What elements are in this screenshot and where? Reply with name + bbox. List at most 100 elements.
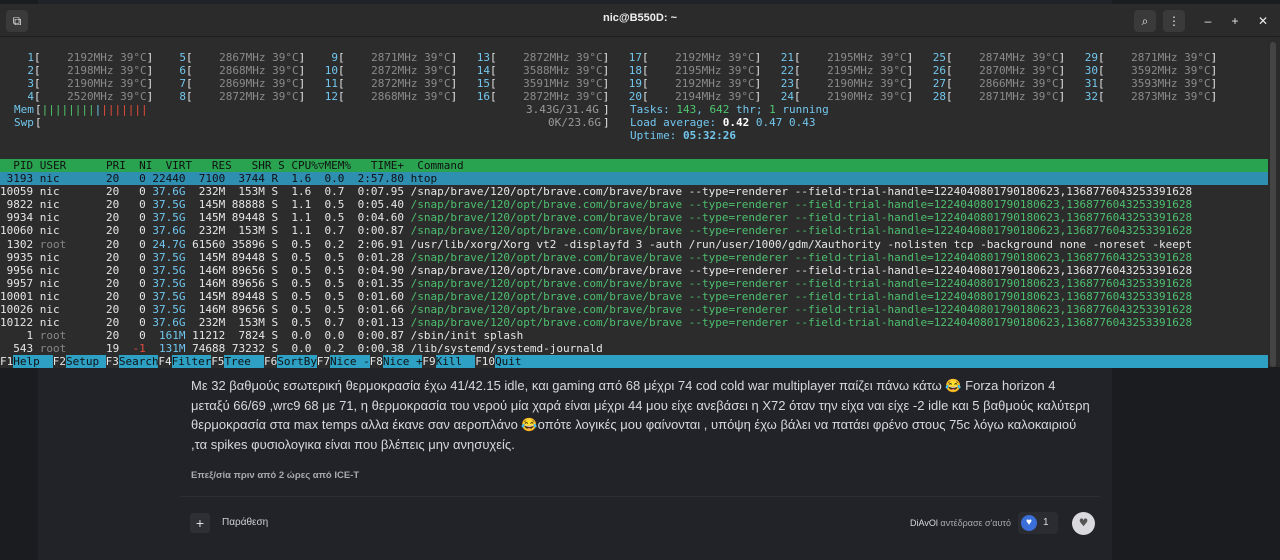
cpu-meter-10: 10[2872MHz 39°C] — [318, 64, 458, 78]
process-row[interactable]: 10060 nic 20 0 37.6G 232M 153M S 1.1 0.7… — [0, 224, 1192, 237]
cpu-freq-temp: 2198MHz 39°C — [67, 64, 147, 78]
fkey-f6[interactable]: F6SortBy — [264, 355, 317, 368]
reactor-name[interactable]: DiAvOl — [910, 518, 938, 528]
process-row[interactable]: 10001 nic 20 0 37.5G 145M 89448 S 0.5 0.… — [0, 290, 1192, 303]
cpu-freq-temp: 2872MHz 39°C — [371, 64, 451, 78]
cpu-freq-temp: 2868MHz 39°C — [371, 90, 451, 104]
close-icon[interactable]: ✕ — [1252, 10, 1274, 32]
cpu-freq-temp: 2195MHz 39°C — [827, 51, 907, 64]
add-reaction-heart-icon[interactable]: ♥ — [1072, 512, 1095, 535]
cpu-meter-21: 21[2195MHz 39°C] — [774, 51, 914, 64]
cpu-meter-5: 5[2867MHz 39°C] — [166, 51, 305, 64]
cpu-number: 7 — [179, 77, 186, 91]
mem-bar: [|||||||||||||||| — [35, 103, 148, 116]
process-row[interactable]: 9957 nic 20 0 37.5G 146M 89656 S 0.5 0.5… — [0, 277, 1192, 290]
cpu-number: 28 — [932, 90, 946, 104]
terminal-window: ⧉ nic@B550D: ~ ⌕ ⋮ – + ✕ 1[2192MHz 39°C]… — [0, 4, 1280, 368]
cpu-number: 20 — [628, 90, 642, 104]
cpu-freq-temp: 2872MHz 39°C — [219, 90, 299, 104]
fkey-f4[interactable]: F4Filter — [158, 355, 211, 368]
process-row[interactable]: 10026 nic 20 0 37.5G 146M 89656 S 0.5 0.… — [0, 303, 1192, 316]
cpu-meter-24: 24[2190MHz 39°C] — [774, 90, 914, 104]
maximize-icon[interactable]: + — [1224, 10, 1246, 32]
fkey-f2[interactable]: F2Setup — [52, 355, 106, 368]
process-row[interactable]: 10059 nic 20 0 37.6G 232M 153M S 1.6 0.7… — [0, 185, 1192, 198]
search-icon[interactable]: ⌕ — [1134, 10, 1156, 32]
cpu-meter-23: 23[2190MHz 39°C] — [774, 77, 914, 91]
cpu-number: 1 — [27, 51, 34, 64]
process-row[interactable]: 3193 nic 20 0 22440 7100 3744 R 1.6 0.0 … — [0, 172, 438, 185]
process-row[interactable]: 9822 nic 20 0 37.5G 145M 88888 S 1.1 0.5… — [0, 198, 1192, 211]
process-row[interactable]: 1302 root 20 0 24.7G 61560 35896 S 0.5 0… — [0, 238, 1193, 251]
cpu-number: 24 — [780, 90, 794, 104]
fkey-key: F2 — [52, 355, 67, 368]
process-row[interactable]: 9934 nic 20 0 37.5G 145M 89448 S 1.1 0.5… — [0, 211, 1192, 224]
cpu-number: 9 — [331, 51, 338, 64]
terminal-titlebar: ⧉ nic@B550D: ~ ⌕ ⋮ – + ✕ — [0, 4, 1280, 37]
fkey-f8[interactable]: F8Nice + — [369, 355, 423, 368]
uptime-line: Uptime: 05:32:26 — [630, 129, 736, 142]
cpu-meter-18: 18[2195MHz 39°C] — [622, 64, 762, 78]
reaction-count: 1 — [1043, 517, 1049, 528]
cpu-number: 25 — [932, 51, 946, 64]
cpu-meter-16: 16[2872MHz 39°C] — [470, 90, 610, 104]
fkey-f9[interactable]: F9Kill — [422, 355, 475, 368]
cpu-freq-temp: 2870MHz 39°C — [979, 64, 1059, 78]
cpu-freq-temp: 2872MHz 39°C — [523, 51, 603, 64]
fkey-label: Nice + — [382, 355, 423, 368]
cpu-number: 4 — [27, 90, 34, 104]
running-count: 1 — [769, 103, 776, 116]
cpu-number: 6 — [179, 64, 186, 78]
cpu-number: 5 — [179, 51, 186, 64]
reacted-text: αντέδρασε σ'αυτό — [940, 518, 1011, 528]
cpu-meter-3: 3[2190MHz 39°C] — [14, 77, 153, 90]
fkey-label: Quit — [495, 355, 522, 368]
process-row[interactable]: 10122 nic 20 0 37.6G 232M 153M S 0.5 0.7… — [0, 316, 1192, 329]
load-1min: 0.42 — [722, 116, 750, 129]
cpu-number: 8 — [179, 90, 186, 104]
load-label: Load average: — [630, 116, 717, 129]
cpu-number: 26 — [932, 64, 946, 78]
process-table-header[interactable]: PID USER PRI NI VIRT RES SHR S CPU%▽MEM%… — [0, 159, 1268, 172]
header-columns[interactable]: PID USER PRI NI VIRT RES SHR S CPU%▽MEM%… — [0, 159, 463, 172]
fkey-f1[interactable]: F1Help — [0, 355, 53, 368]
minimize-icon[interactable]: – — [1197, 10, 1219, 32]
terminal-scrollbar[interactable] — [1270, 42, 1276, 367]
cpu-number: 15 — [476, 77, 490, 91]
cpu-meter-4: 4[2520MHz 39°C] — [14, 90, 153, 103]
cpu-freq-temp: 3588MHz 39°C — [523, 64, 603, 78]
fkey-f5[interactable]: F5Tree — [211, 355, 264, 368]
cpu-freq-temp: 2873MHz 39°C — [1131, 90, 1211, 104]
plus-icon[interactable]: + — [190, 513, 210, 533]
cpu-meter-32: 32[2873MHz 39°C] — [1078, 90, 1218, 104]
menu-icon[interactable]: ⋮ — [1163, 10, 1185, 32]
process-row[interactable]: 1 root 20 0 161M 11212 7824 S 0.0 0.0 0:… — [0, 329, 523, 342]
reaction-count-button[interactable]: ♥ 1 — [1018, 512, 1058, 534]
tasks-label: Tasks: — [630, 103, 670, 116]
process-row[interactable]: 543 root 19 -1 131M 74688 73232 S 0.0 0.… — [0, 342, 602, 355]
process-row[interactable]: 9935 nic 20 0 37.5G 145M 89448 S 0.5 0.5… — [0, 251, 1192, 264]
cpu-meter-11: 11[2872MHz 39°C] — [318, 77, 458, 90]
fkey-label: Help — [13, 355, 53, 368]
quote-button[interactable]: Παράθεση — [222, 517, 268, 528]
cpu-freq-temp: 2868MHz 39°C — [219, 64, 299, 78]
cpu-freq-temp: 3592MHz 39°C — [1131, 64, 1211, 78]
cpu-freq-temp: 2190MHz 39°C — [827, 77, 907, 91]
fkey-f7[interactable]: F7Nice - — [316, 355, 370, 368]
fkey-f10[interactable]: F10Quit — [475, 355, 522, 368]
cpu-number: 12 — [324, 90, 338, 104]
cpu-number: 30 — [1084, 64, 1098, 78]
cpu-number: 18 — [628, 64, 642, 78]
reaction-summary[interactable]: DiAvOl αντέδρασε σ'αυτό — [910, 518, 1011, 528]
process-row[interactable]: 9956 nic 20 0 37.5G 146M 89656 S 0.5 0.5… — [0, 264, 1192, 277]
fkey-f3[interactable]: F3Search — [105, 355, 159, 368]
fkey-key: F10 — [475, 355, 496, 368]
cpu-number: 16 — [476, 90, 490, 104]
cpu-meter-7: 7[2869MHz 39°C] — [166, 77, 305, 90]
cpu-freq-temp: 2866MHz 39°C — [979, 77, 1059, 91]
cpu-meter-28: 28[2871MHz 39°C] — [926, 90, 1066, 104]
cpu-meter-22: 22[2195MHz 39°C] — [774, 64, 914, 77]
cpu-freq-temp: 2192MHz 39°C — [675, 77, 755, 91]
fkey-key: F9 — [422, 355, 436, 368]
uptime-label: Uptime: — [630, 129, 677, 142]
